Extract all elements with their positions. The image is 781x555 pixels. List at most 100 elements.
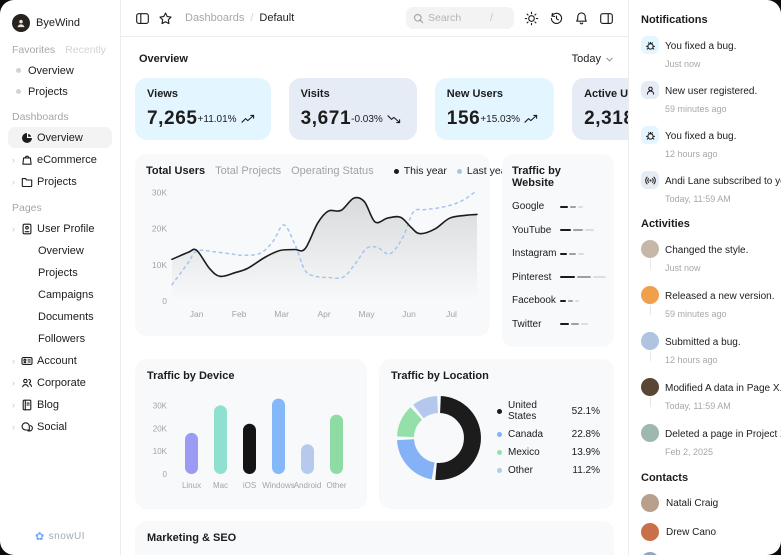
activity-item[interactable]: Modified A data in Page X. Today, 11:59 …	[641, 378, 781, 414]
sidebar-item-user-profile[interactable]: › User Profile	[8, 218, 112, 239]
sidebar-item-ecommerce[interactable]: › eCommerce	[8, 149, 112, 170]
svg-text:Feb: Feb	[232, 309, 247, 319]
chat-icon	[21, 421, 33, 433]
traffic-by-device-card: Traffic by Device 0 10K 20K 30K Linux Mac iOS W…	[135, 359, 367, 509]
star-icon[interactable]	[158, 11, 173, 26]
sidebar-item-blog[interactable]: › Blog	[8, 394, 112, 415]
website-mini-bars	[560, 323, 588, 326]
folder-icon	[21, 176, 33, 188]
kpi-label: Active Users	[584, 88, 628, 100]
notification-time: Just now	[665, 59, 701, 69]
activity-item[interactable]: Deleted a page in Project X. Feb 2, 2025	[641, 424, 781, 460]
svg-text:10K: 10K	[153, 447, 168, 456]
sidebar-item-followers[interactable]: Followers	[8, 328, 112, 349]
sidebar-toggle-icon[interactable]	[135, 11, 150, 26]
date-range-label: Today	[571, 53, 601, 65]
broadcast-icon	[641, 171, 659, 189]
avatar	[641, 332, 659, 361]
location-legend-united-states: United States 52.1%	[497, 400, 600, 422]
favorite-item-overview[interactable]: Overview	[8, 60, 112, 81]
chevron-right-icon: ›	[12, 223, 15, 234]
activity-item[interactable]: Released a new version. 59 minutes ago	[641, 286, 775, 322]
kpi-card-views[interactable]: Views 7,265 +11.01%	[135, 78, 271, 140]
sidebar-item-projects[interactable]: Projects	[8, 262, 112, 283]
right-panel: Notifications You fixed a bug. Just now …	[628, 0, 781, 555]
activity-text: Changed the style.	[665, 245, 749, 256]
sidebar-tab-favorites[interactable]: Favorites	[12, 44, 55, 56]
kpi-card-active-users[interactable]: Active Users 2,318 +6.08%	[572, 78, 628, 140]
theme-icon[interactable]	[524, 11, 539, 26]
location-pct: 22.8%	[571, 429, 600, 440]
activities-list: Changed the style. Just now Released a n…	[641, 240, 781, 460]
main-area: Dashboards / Default /	[121, 0, 628, 555]
svg-text:Linux: Linux	[182, 481, 201, 490]
search-box[interactable]: /	[406, 7, 514, 29]
notification-item[interactable]: You fixed a bug. Just now	[641, 36, 769, 72]
history-icon[interactable]	[549, 11, 564, 26]
legend-this-year[interactable]: This year	[393, 165, 447, 177]
activities-title: Activities	[641, 218, 690, 230]
sidebar-item-social[interactable]: › Social	[8, 416, 112, 437]
breadcrumb-current: Default	[259, 12, 295, 24]
svg-text:20K: 20K	[153, 424, 168, 433]
activity-time: Just now	[665, 263, 701, 273]
activity-item[interactable]: Submitted a bug. 12 hours ago	[641, 332, 769, 368]
sidebar-item-projects[interactable]: › Projects	[8, 171, 112, 192]
contact-item[interactable]: Natali Craig	[641, 494, 769, 512]
search-shortcut: /	[490, 12, 493, 24]
date-range-dropdown[interactable]: Today	[572, 53, 614, 65]
notification-item[interactable]: Andi Lane subscribed to you. Today, 11:5…	[641, 171, 781, 207]
activity-time: 12 hours ago	[665, 355, 718, 365]
sidebar-item-overview[interactable]: Overview	[8, 127, 112, 148]
kpi-card-visits[interactable]: Visits 3,671 -0.03%	[288, 78, 417, 140]
notification-item[interactable]: You fixed a bug. 12 hours ago	[641, 126, 769, 162]
panel-right-icon[interactable]	[599, 11, 614, 26]
id-badge-icon	[21, 223, 33, 235]
footer-brand: ✿ snowUI	[8, 530, 112, 545]
notification-time: 12 hours ago	[665, 149, 718, 159]
location-name: United States	[508, 400, 537, 422]
location-pct: 52.1%	[571, 405, 600, 417]
sidebar-item-campaigns[interactable]: Campaigns	[8, 284, 112, 305]
traffic-by-website-card: Traffic by Website Google YouTube Instag…	[502, 154, 614, 347]
notification-item[interactable]: New user registered. 59 minutes ago	[641, 81, 769, 117]
website-name: Pinterest	[512, 271, 552, 283]
notification-text: You fixed a bug.	[665, 131, 737, 142]
activity-text: Submitted a bug.	[665, 337, 741, 348]
brand[interactable]: ByeWind	[8, 12, 112, 38]
search-input[interactable]	[428, 12, 486, 24]
website-name: Instagram	[512, 248, 557, 260]
bell-icon[interactable]	[574, 11, 589, 26]
brand-avatar	[12, 14, 30, 32]
website-row-pinterest: Pinterest	[512, 266, 606, 290]
svg-text:iOS: iOS	[243, 481, 256, 490]
favorite-item-projects[interactable]: Projects	[8, 81, 112, 102]
sidebar-item-account[interactable]: › Account	[8, 350, 112, 371]
kpi-label: New Users	[446, 88, 504, 100]
kpi-card-new-users[interactable]: New Users 156 +15.03%	[434, 78, 555, 140]
chart-tab-operating-status[interactable]: Operating Status	[291, 165, 374, 177]
sidebar-item-corporate[interactable]: › Corporate	[8, 372, 112, 393]
kpi-delta: -0.03%	[351, 114, 405, 125]
footer-brand-name: snowUI	[48, 531, 86, 542]
chart-tab-total-users[interactable]: Total Users	[146, 165, 205, 177]
sidebar-tab-recently[interactable]: Recently	[65, 44, 106, 56]
marketing-seo-title: Marketing & SEO	[147, 532, 237, 544]
sidebar-item-overview[interactable]: Overview	[8, 240, 112, 261]
sidebar: ByeWind Favorites Recently Overview Projec…	[0, 0, 121, 555]
website-row-twitter: Twitter	[512, 313, 604, 337]
activity-text: Deleted a page in Project X.	[665, 429, 781, 440]
breadcrumb: Dashboards / Default	[185, 12, 294, 24]
kpi-row: Views 7,265 +11.01% Visits 3,671 -0.03% …	[135, 78, 628, 140]
activity-item[interactable]: Changed the style. Just now	[641, 240, 769, 276]
contact-item[interactable]: Drew Cano	[641, 523, 769, 541]
sidebar-item-documents[interactable]: Documents	[8, 306, 112, 327]
svg-text:Windows: Windows	[262, 481, 294, 490]
breadcrumb-dashboards[interactable]: Dashboards	[185, 12, 244, 24]
location-pct: 13.9%	[571, 447, 600, 458]
svg-text:May: May	[359, 309, 376, 319]
section-label-dashboards: Dashboards	[12, 111, 69, 123]
brand-name: ByeWind	[36, 17, 81, 29]
user-icon	[641, 81, 659, 99]
chart-tab-total-projects[interactable]: Total Projects	[215, 165, 281, 177]
